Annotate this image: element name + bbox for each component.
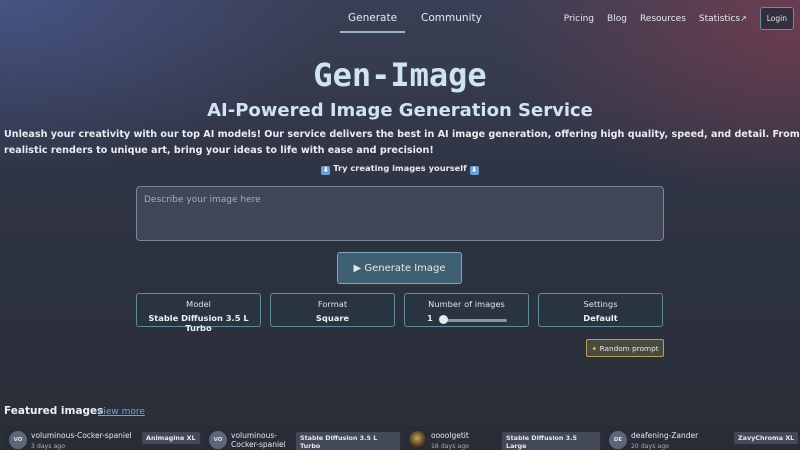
- image-count-control: Number of images 1: [404, 293, 529, 327]
- featured-card[interactable]: VO voluminous-Cocker-spaniel 3 days ago …: [4, 426, 200, 450]
- nav-right: Pricing Blog Resources Statistics↗ Login: [564, 7, 794, 30]
- image-count-slider[interactable]: [443, 319, 507, 322]
- model-badge: Stable Diffusion 3.5 L Turbo: [296, 432, 400, 450]
- card-time: 16 days ago: [431, 443, 469, 450]
- nav-statistics[interactable]: Statistics↗: [699, 14, 747, 24]
- nav-statistics-label: Statistics: [698, 13, 741, 24]
- nav-resources[interactable]: Resources: [640, 14, 686, 24]
- settings-value: Default: [583, 313, 618, 323]
- card-username: deafening-Zander: [631, 431, 699, 440]
- featured-card[interactable]: VO voluminous-Cocker-spaniel Stable Diff…: [204, 426, 400, 450]
- generate-image-button[interactable]: ▶ Generate Image: [337, 252, 462, 284]
- format-value: Square: [315, 313, 350, 323]
- model-badge: ZavyChroma XL: [734, 432, 799, 444]
- prompt-input[interactable]: [136, 186, 664, 241]
- avatar: DE: [609, 431, 627, 449]
- page-title: Gen-Image: [313, 56, 487, 94]
- format-label: Format: [317, 299, 348, 309]
- featured-card[interactable]: oooolgetit 16 days ago Stable Diffusion …: [404, 426, 600, 450]
- model-label: Model: [186, 299, 211, 309]
- nav-blog[interactable]: Blog: [607, 14, 627, 24]
- external-link-icon: ↗: [740, 13, 747, 23]
- play-icon: ▶: [353, 262, 362, 274]
- model-badge: Animagine XL: [142, 432, 200, 444]
- tab-community[interactable]: Community: [413, 0, 490, 33]
- image-count-slider-row: 1: [405, 311, 528, 325]
- image-count-label: Number of images: [428, 299, 505, 309]
- hero-description: Unleash your creativity with our top AI …: [4, 129, 800, 156]
- card-username: voluminous-Cocker-spaniel: [31, 431, 132, 440]
- featured-heading: Featured images: [4, 405, 104, 417]
- view-more-link[interactable]: view more: [98, 407, 145, 417]
- card-username: oooolgetit: [431, 431, 469, 440]
- image-count-slider-handle[interactable]: [439, 315, 448, 324]
- random-prompt-label: Random prompt: [599, 343, 659, 353]
- dice-icon: ✦: [591, 344, 598, 353]
- random-prompt-button[interactable]: ✦ Random prompt: [586, 339, 664, 357]
- image-count-value: 1: [427, 313, 433, 323]
- down-arrow-icon: ⬇: [321, 166, 331, 175]
- card-username: voluminous-Cocker-spaniel: [231, 431, 286, 449]
- avatar: VO: [209, 431, 227, 449]
- featured-card[interactable]: DE deafening-Zander 20 days ago ZavyChro…: [604, 426, 800, 450]
- try-text: Try creating images yourself: [333, 163, 467, 173]
- nav-pricing[interactable]: Pricing: [564, 14, 594, 24]
- nav-center: Generate Community: [340, 0, 498, 33]
- top-nav: Generate Community Pricing Blog Resource…: [0, 0, 800, 36]
- settings-label: Settings: [583, 299, 618, 309]
- avatar: [409, 431, 427, 449]
- generate-label: Generate Image: [364, 262, 446, 274]
- card-time: 20 days ago: [631, 443, 669, 450]
- model-selector[interactable]: Model Stable Diffusion 3.5 L Turbo: [136, 293, 261, 333]
- model-value: Stable Diffusion 3.5 L Turbo: [148, 313, 249, 333]
- format-selector[interactable]: Format Square: [270, 293, 395, 327]
- model-badge: Stable Diffusion 3.5 Large: [502, 432, 600, 450]
- settings-selector[interactable]: Settings Default: [538, 293, 663, 327]
- tab-generate[interactable]: Generate: [340, 0, 406, 33]
- avatar: VO: [9, 431, 27, 449]
- card-time: 3 days ago: [31, 443, 65, 450]
- login-button[interactable]: Login: [759, 7, 794, 30]
- try-heading: ⬇ Try creating images yourself ⬇: [0, 163, 800, 175]
- page-subtitle: AI-Powered Image Generation Service: [207, 100, 593, 121]
- down-arrow-icon: ⬇: [469, 166, 479, 175]
